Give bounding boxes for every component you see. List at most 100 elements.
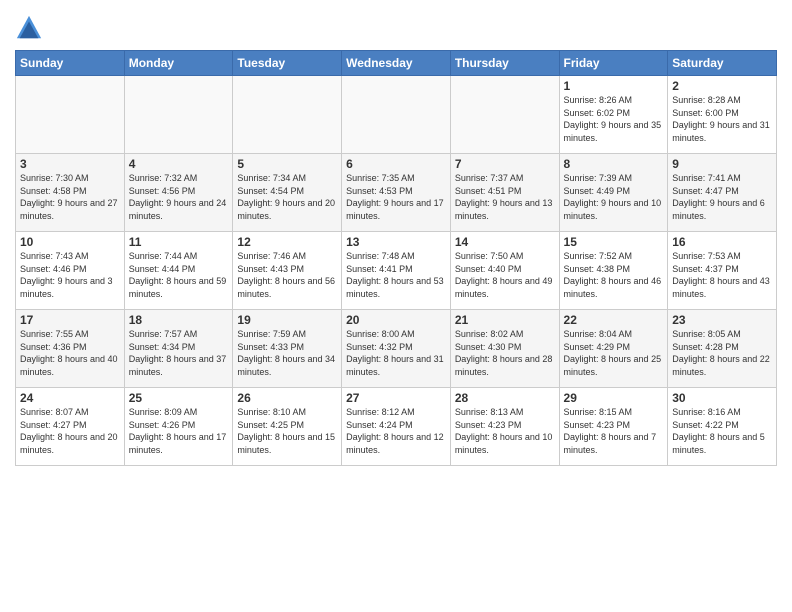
calendar-cell: 2Sunrise: 8:28 AM Sunset: 6:00 PM Daylig… [668, 76, 777, 154]
calendar-week: 1Sunrise: 8:26 AM Sunset: 6:02 PM Daylig… [16, 76, 777, 154]
day-number: 30 [672, 391, 772, 405]
day-number: 24 [20, 391, 120, 405]
day-number: 19 [237, 313, 337, 327]
calendar-cell: 19Sunrise: 7:59 AM Sunset: 4:33 PM Dayli… [233, 310, 342, 388]
day-number: 8 [564, 157, 664, 171]
day-info: Sunrise: 7:55 AM Sunset: 4:36 PM Dayligh… [20, 328, 120, 378]
day-info: Sunrise: 7:52 AM Sunset: 4:38 PM Dayligh… [564, 250, 664, 300]
calendar-cell [16, 76, 125, 154]
calendar-week: 17Sunrise: 7:55 AM Sunset: 4:36 PM Dayli… [16, 310, 777, 388]
day-number: 5 [237, 157, 337, 171]
calendar-cell: 17Sunrise: 7:55 AM Sunset: 4:36 PM Dayli… [16, 310, 125, 388]
logo [15, 14, 45, 42]
header-day: Sunday [16, 51, 125, 76]
calendar-week: 10Sunrise: 7:43 AM Sunset: 4:46 PM Dayli… [16, 232, 777, 310]
day-number: 22 [564, 313, 664, 327]
day-info: Sunrise: 8:04 AM Sunset: 4:29 PM Dayligh… [564, 328, 664, 378]
day-info: Sunrise: 7:39 AM Sunset: 4:49 PM Dayligh… [564, 172, 664, 222]
calendar-cell: 7Sunrise: 7:37 AM Sunset: 4:51 PM Daylig… [450, 154, 559, 232]
day-info: Sunrise: 7:30 AM Sunset: 4:58 PM Dayligh… [20, 172, 120, 222]
calendar-cell: 10Sunrise: 7:43 AM Sunset: 4:46 PM Dayli… [16, 232, 125, 310]
day-number: 7 [455, 157, 555, 171]
page-container: SundayMondayTuesdayWednesdayThursdayFrid… [0, 0, 792, 471]
day-info: Sunrise: 7:57 AM Sunset: 4:34 PM Dayligh… [129, 328, 229, 378]
logo-icon [15, 14, 43, 42]
day-info: Sunrise: 8:13 AM Sunset: 4:23 PM Dayligh… [455, 406, 555, 456]
day-number: 15 [564, 235, 664, 249]
calendar-cell: 23Sunrise: 8:05 AM Sunset: 4:28 PM Dayli… [668, 310, 777, 388]
header-day: Monday [124, 51, 233, 76]
day-info: Sunrise: 7:35 AM Sunset: 4:53 PM Dayligh… [346, 172, 446, 222]
day-number: 16 [672, 235, 772, 249]
calendar-cell [233, 76, 342, 154]
day-info: Sunrise: 7:53 AM Sunset: 4:37 PM Dayligh… [672, 250, 772, 300]
day-info: Sunrise: 8:10 AM Sunset: 4:25 PM Dayligh… [237, 406, 337, 456]
day-info: Sunrise: 8:02 AM Sunset: 4:30 PM Dayligh… [455, 328, 555, 378]
calendar-cell [450, 76, 559, 154]
calendar-cell [124, 76, 233, 154]
day-number: 27 [346, 391, 446, 405]
day-number: 26 [237, 391, 337, 405]
day-number: 3 [20, 157, 120, 171]
calendar-week: 3Sunrise: 7:30 AM Sunset: 4:58 PM Daylig… [16, 154, 777, 232]
day-number: 21 [455, 313, 555, 327]
day-info: Sunrise: 8:12 AM Sunset: 4:24 PM Dayligh… [346, 406, 446, 456]
calendar-cell: 18Sunrise: 7:57 AM Sunset: 4:34 PM Dayli… [124, 310, 233, 388]
calendar-cell: 21Sunrise: 8:02 AM Sunset: 4:30 PM Dayli… [450, 310, 559, 388]
day-number: 1 [564, 79, 664, 93]
day-info: Sunrise: 8:16 AM Sunset: 4:22 PM Dayligh… [672, 406, 772, 456]
calendar-cell: 20Sunrise: 8:00 AM Sunset: 4:32 PM Dayli… [342, 310, 451, 388]
day-info: Sunrise: 8:07 AM Sunset: 4:27 PM Dayligh… [20, 406, 120, 456]
day-number: 10 [20, 235, 120, 249]
day-number: 29 [564, 391, 664, 405]
day-number: 12 [237, 235, 337, 249]
calendar-cell: 13Sunrise: 7:48 AM Sunset: 4:41 PM Dayli… [342, 232, 451, 310]
day-info: Sunrise: 7:32 AM Sunset: 4:56 PM Dayligh… [129, 172, 229, 222]
header-day: Friday [559, 51, 668, 76]
header-day: Thursday [450, 51, 559, 76]
day-info: Sunrise: 8:28 AM Sunset: 6:00 PM Dayligh… [672, 94, 772, 144]
calendar-cell: 8Sunrise: 7:39 AM Sunset: 4:49 PM Daylig… [559, 154, 668, 232]
calendar-cell: 6Sunrise: 7:35 AM Sunset: 4:53 PM Daylig… [342, 154, 451, 232]
header-day: Tuesday [233, 51, 342, 76]
day-info: Sunrise: 7:44 AM Sunset: 4:44 PM Dayligh… [129, 250, 229, 300]
calendar-cell: 4Sunrise: 7:32 AM Sunset: 4:56 PM Daylig… [124, 154, 233, 232]
day-info: Sunrise: 7:43 AM Sunset: 4:46 PM Dayligh… [20, 250, 120, 300]
day-number: 6 [346, 157, 446, 171]
calendar-cell: 12Sunrise: 7:46 AM Sunset: 4:43 PM Dayli… [233, 232, 342, 310]
calendar-cell: 24Sunrise: 8:07 AM Sunset: 4:27 PM Dayli… [16, 388, 125, 466]
day-number: 2 [672, 79, 772, 93]
calendar-cell: 5Sunrise: 7:34 AM Sunset: 4:54 PM Daylig… [233, 154, 342, 232]
day-number: 18 [129, 313, 229, 327]
day-info: Sunrise: 8:05 AM Sunset: 4:28 PM Dayligh… [672, 328, 772, 378]
day-number: 25 [129, 391, 229, 405]
calendar-cell: 11Sunrise: 7:44 AM Sunset: 4:44 PM Dayli… [124, 232, 233, 310]
calendar-cell: 26Sunrise: 8:10 AM Sunset: 4:25 PM Dayli… [233, 388, 342, 466]
day-info: Sunrise: 8:09 AM Sunset: 4:26 PM Dayligh… [129, 406, 229, 456]
day-number: 23 [672, 313, 772, 327]
calendar-cell: 28Sunrise: 8:13 AM Sunset: 4:23 PM Dayli… [450, 388, 559, 466]
calendar-cell [342, 76, 451, 154]
header-day: Saturday [668, 51, 777, 76]
header-day: Wednesday [342, 51, 451, 76]
day-info: Sunrise: 7:48 AM Sunset: 4:41 PM Dayligh… [346, 250, 446, 300]
day-number: 20 [346, 313, 446, 327]
day-number: 13 [346, 235, 446, 249]
day-number: 14 [455, 235, 555, 249]
calendar-cell: 9Sunrise: 7:41 AM Sunset: 4:47 PM Daylig… [668, 154, 777, 232]
header [15, 10, 777, 42]
day-number: 11 [129, 235, 229, 249]
calendar-week: 24Sunrise: 8:07 AM Sunset: 4:27 PM Dayli… [16, 388, 777, 466]
day-info: Sunrise: 7:37 AM Sunset: 4:51 PM Dayligh… [455, 172, 555, 222]
day-number: 4 [129, 157, 229, 171]
calendar-cell: 1Sunrise: 8:26 AM Sunset: 6:02 PM Daylig… [559, 76, 668, 154]
calendar-cell: 25Sunrise: 8:09 AM Sunset: 4:26 PM Dayli… [124, 388, 233, 466]
calendar-cell: 15Sunrise: 7:52 AM Sunset: 4:38 PM Dayli… [559, 232, 668, 310]
calendar-cell: 29Sunrise: 8:15 AM Sunset: 4:23 PM Dayli… [559, 388, 668, 466]
calendar-table: SundayMondayTuesdayWednesdayThursdayFrid… [15, 50, 777, 466]
day-info: Sunrise: 8:15 AM Sunset: 4:23 PM Dayligh… [564, 406, 664, 456]
day-info: Sunrise: 7:50 AM Sunset: 4:40 PM Dayligh… [455, 250, 555, 300]
calendar-cell: 16Sunrise: 7:53 AM Sunset: 4:37 PM Dayli… [668, 232, 777, 310]
calendar-cell: 3Sunrise: 7:30 AM Sunset: 4:58 PM Daylig… [16, 154, 125, 232]
day-info: Sunrise: 7:46 AM Sunset: 4:43 PM Dayligh… [237, 250, 337, 300]
